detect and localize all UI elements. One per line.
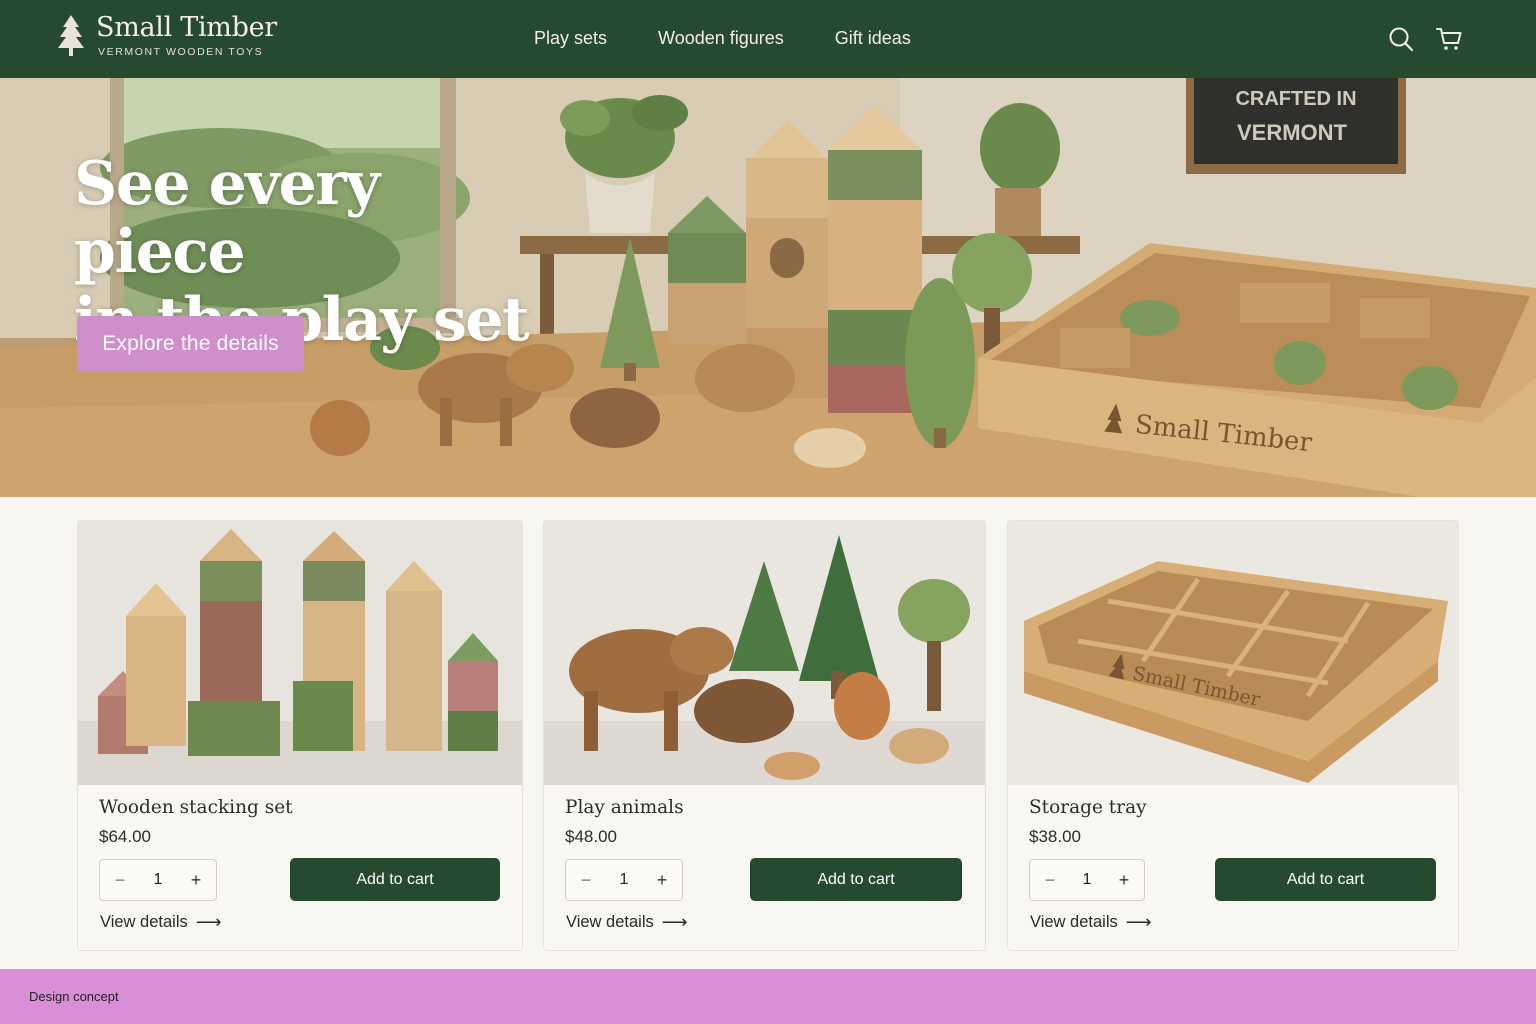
- product-title[interactable]: Play animals: [565, 797, 684, 818]
- sign-text-line1: CRAFTED IN: [1235, 88, 1356, 110]
- nav-gift-ideas[interactable]: Gift ideas: [835, 28, 911, 49]
- quantity-value[interactable]: 1: [1083, 871, 1092, 889]
- product-image[interactable]: [78, 521, 522, 785]
- hero-title-line1: See every piece: [74, 149, 380, 287]
- decrease-quantity-button[interactable]: −: [112, 870, 128, 891]
- product-price: $64.00: [99, 827, 151, 846]
- quantity-stepper: − 1 +: [99, 859, 217, 901]
- nav-wooden-figures[interactable]: Wooden figures: [658, 28, 784, 49]
- add-to-cart-button[interactable]: Add to cart: [1215, 858, 1436, 901]
- view-details-link[interactable]: View details ⟶: [566, 912, 688, 933]
- product-card-play-animals: Play animals $48.00 − 1 + Add to cart Vi…: [543, 520, 986, 951]
- nav-play-sets[interactable]: Play sets: [534, 28, 607, 49]
- product-price: $38.00: [1029, 827, 1081, 846]
- increase-quantity-button[interactable]: +: [654, 870, 670, 891]
- product-card-stacking-set: Wooden stacking set $64.00 − 1 + Add to …: [77, 520, 523, 951]
- quantity-value[interactable]: 1: [620, 871, 629, 889]
- arrow-right-icon: ⟶: [1125, 912, 1152, 932]
- design-concept-bar: Design concept: [0, 969, 1536, 1024]
- add-to-cart-button[interactable]: Add to cart: [290, 858, 500, 901]
- increase-quantity-button[interactable]: +: [1116, 870, 1132, 891]
- main-nav: Play sets Wooden figures Gift ideas: [534, 28, 911, 49]
- add-to-cart-button[interactable]: Add to cart: [750, 858, 962, 901]
- product-image[interactable]: Small Timber: [1008, 521, 1458, 785]
- quantity-value[interactable]: 1: [154, 871, 163, 889]
- site-header: Small Timber VERMONT WOODEN TOYS Play se…: [0, 0, 1536, 78]
- product-title[interactable]: Wooden stacking set: [99, 797, 293, 818]
- cart-icon[interactable]: [1436, 26, 1462, 52]
- brand-name: Small Timber: [96, 12, 277, 43]
- arrow-right-icon: ⟶: [195, 912, 222, 932]
- brand-logo[interactable]: Small Timber VERMONT WOODEN TOYS: [56, 12, 277, 58]
- arrow-right-icon: ⟶: [661, 912, 688, 932]
- sign-text-line2: VERMONT: [1237, 120, 1348, 145]
- search-icon[interactable]: [1388, 26, 1414, 52]
- product-image[interactable]: [544, 521, 985, 785]
- quantity-stepper: − 1 +: [1029, 859, 1145, 901]
- brand-tagline: VERMONT WOODEN TOYS: [98, 46, 264, 58]
- decrease-quantity-button[interactable]: −: [578, 870, 594, 891]
- hero-banner: CRAFTED IN VERMONT Small Timber See ever…: [0, 78, 1536, 497]
- increase-quantity-button[interactable]: +: [188, 870, 204, 891]
- footer-label: Design concept: [29, 989, 119, 1004]
- product-price: $48.00: [565, 827, 617, 846]
- pine-tree-icon: [58, 15, 84, 56]
- view-details-label: View details: [566, 913, 654, 931]
- product-card-storage-tray: Small Timber Storage tray $38.00 − 1 + A…: [1007, 520, 1459, 951]
- product-title[interactable]: Storage tray: [1029, 797, 1147, 818]
- view-details-label: View details: [100, 913, 188, 931]
- decrease-quantity-button[interactable]: −: [1042, 870, 1058, 891]
- quantity-stepper: − 1 +: [565, 859, 683, 901]
- view-details-link[interactable]: View details ⟶: [100, 912, 222, 933]
- view-details-link[interactable]: View details ⟶: [1030, 912, 1152, 933]
- view-details-label: View details: [1030, 913, 1118, 931]
- explore-details-button[interactable]: Explore the details: [77, 316, 304, 372]
